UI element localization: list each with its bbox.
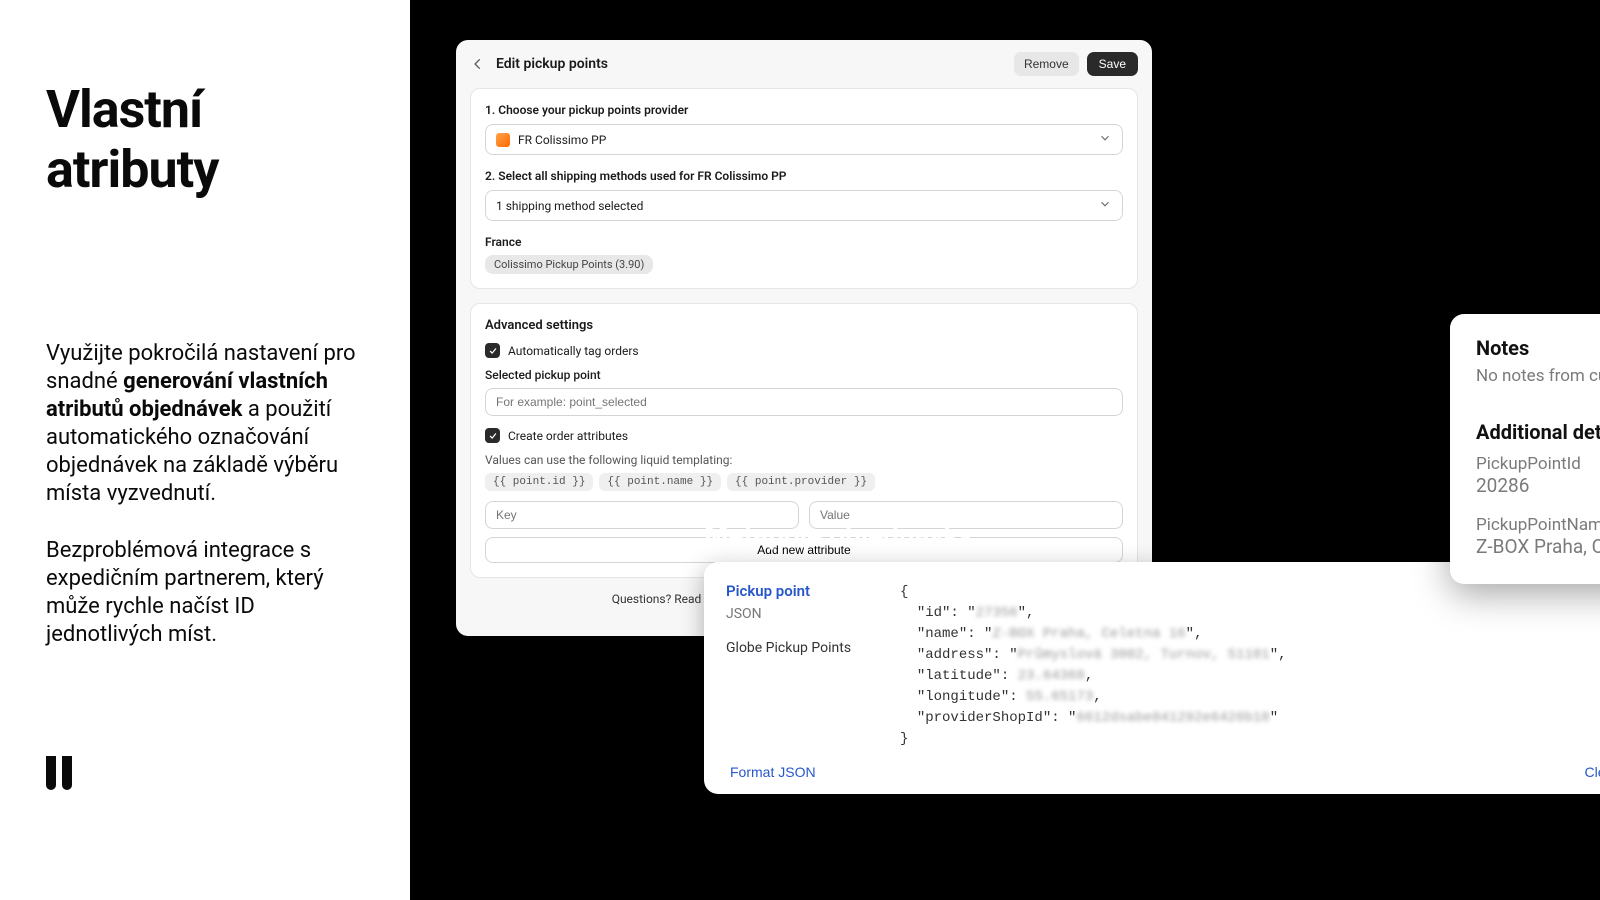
- auto-tag-checkbox[interactable]: [485, 343, 500, 358]
- details-header-row: Additional details: [1476, 420, 1600, 444]
- title-line2: atributy: [46, 140, 364, 200]
- json-latitude: 23.64368: [1018, 668, 1085, 684]
- back-arrow-icon[interactable]: [470, 56, 486, 72]
- left-panel: Vlastní atributy Využijte pokročilá nast…: [0, 0, 410, 900]
- metafield-type: JSON: [726, 606, 876, 622]
- edit-header-right: Remove Save: [1014, 52, 1138, 76]
- metafield-name[interactable]: Pickup point: [726, 582, 876, 600]
- description-p2: Bezproblémová integrace s expedičním par…: [46, 537, 364, 650]
- provider-select[interactable]: FR Colissimo PP: [485, 124, 1123, 155]
- metafields-side: Pickup point JSON Globe Pickup Points: [726, 582, 876, 750]
- edit-header-left: Edit pickup points: [470, 56, 608, 72]
- title-line1: Vlastní: [46, 80, 364, 140]
- metafield-json-editor[interactable]: { "id": "27356", "name": "Z-BOX Praha, C…: [900, 582, 1600, 750]
- step1-label: 1. Choose your pickup points provider: [485, 103, 1123, 117]
- step2-label: 2. Select all shipping methods used for …: [485, 169, 1123, 183]
- json-id: 27356: [976, 605, 1018, 621]
- edit-header: Edit pickup points Remove Save: [456, 40, 1152, 88]
- shipping-method-chip[interactable]: Colissimo Pickup Points (3.90): [485, 255, 653, 274]
- attr-pickuppointname-key: PickupPointName: [1476, 515, 1600, 535]
- provider-option: FR Colissimo PP: [496, 133, 606, 147]
- save-button[interactable]: Save: [1087, 52, 1138, 76]
- order-metafields-heading: Metapole objednávky: [704, 518, 973, 551]
- json-providershopid: 6612dsabe041292e6426b18: [1076, 710, 1269, 726]
- create-attrs-checkbox[interactable]: [485, 428, 500, 443]
- provider-name: FR Colissimo PP: [518, 133, 606, 147]
- json-longitude: 55.65173: [1026, 689, 1093, 705]
- auto-tag-label: Automatically tag orders: [508, 344, 639, 358]
- liquid-token[interactable]: {{ point.name }}: [599, 473, 721, 491]
- attr-pickuppointname-value: Z-BOX Praha, Celetna 16: [1476, 535, 1600, 558]
- remove-button[interactable]: Remove: [1014, 52, 1079, 76]
- provider-section: 1. Choose your pickup points provider FR…: [470, 88, 1138, 289]
- liquid-token[interactable]: {{ point.provider }}: [727, 473, 875, 491]
- format-json-button[interactable]: Format JSON: [730, 764, 816, 780]
- edit-title: Edit pickup points: [496, 56, 608, 72]
- notes-header-row: Notes: [1476, 336, 1600, 360]
- shipping-methods-select[interactable]: 1 shipping method selected: [485, 190, 1123, 221]
- chevron-down-icon: [1098, 197, 1112, 214]
- clear-json-button[interactable]: Clear: [1585, 764, 1600, 780]
- json-name: Z-BOX Praha, Celetna 16: [992, 626, 1185, 642]
- additional-details-title: Additional details: [1476, 420, 1600, 444]
- chevron-down-icon: [1098, 131, 1112, 148]
- order-metafields-card: Pickup point JSON Globe Pickup Points { …: [704, 562, 1600, 794]
- order-attributes-card: Notes No notes from customer Additional …: [1450, 314, 1600, 584]
- page-title: Vlastní atributy: [46, 80, 364, 200]
- right-panel: Edit pickup points Remove Save 1. Choose…: [410, 0, 1600, 900]
- create-attrs-row: Create order attributes: [485, 428, 1123, 443]
- edit-body: 1. Choose your pickup points provider FR…: [456, 88, 1152, 636]
- no-notes-text: No notes from customer: [1476, 366, 1600, 386]
- brand-logo-icon: [46, 756, 72, 790]
- selected-point-label: Selected pickup point: [485, 368, 1123, 382]
- notes-title: Notes: [1476, 336, 1529, 360]
- country-label: France: [485, 235, 1123, 249]
- selected-point-input[interactable]: [485, 388, 1123, 416]
- auto-tag-row: Automatically tag orders: [485, 343, 1123, 358]
- description-p1: Využijte pokročilá nastavení pro snadné …: [46, 340, 364, 509]
- liquid-token[interactable]: {{ point.id }}: [485, 473, 593, 491]
- metafields-top: Pickup point JSON Globe Pickup Points { …: [726, 582, 1600, 750]
- shipping-selected-text: 1 shipping method selected: [496, 199, 643, 213]
- metafield-app: Globe Pickup Points: [726, 640, 876, 656]
- attr-pickuppointid-value: 20286: [1476, 474, 1600, 497]
- create-attrs-label: Create order attributes: [508, 429, 628, 443]
- liquid-token-row: {{ point.id }} {{ point.name }} {{ point…: [485, 473, 1123, 491]
- metafields-actions: Format JSON Clear: [726, 764, 1600, 780]
- advanced-settings-title: Advanced settings: [485, 318, 1123, 333]
- provider-logo-icon: [496, 133, 510, 147]
- liquid-help-text: Values can use the following liquid temp…: [485, 453, 1123, 467]
- json-address: Průmyslová 3002, Turnov, 51101: [1018, 647, 1270, 663]
- attr-pickuppointid-key: PickupPointId: [1476, 454, 1600, 474]
- description: Využijte pokročilá nastavení pro snadné …: [46, 340, 364, 650]
- additional-details-section: Additional details PickupPointId 20286 P…: [1476, 420, 1600, 558]
